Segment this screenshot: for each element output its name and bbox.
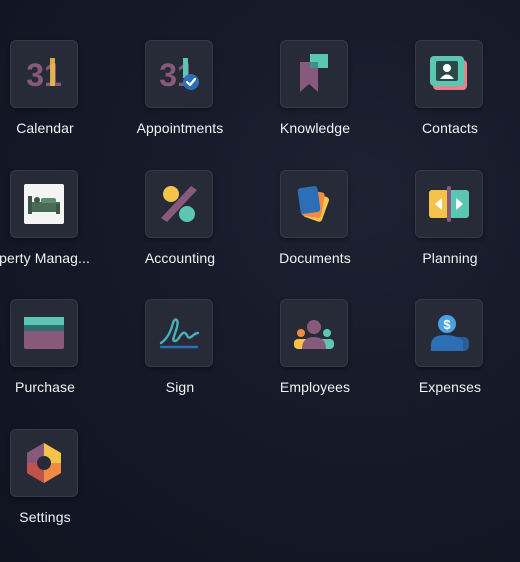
purchase-icon: [24, 317, 64, 349]
accounting-icon: [161, 186, 197, 222]
app-tile-appointments[interactable]: 31: [145, 40, 213, 108]
app-employees[interactable]: Employees: [250, 299, 380, 409]
knowledge-icon: [300, 54, 328, 92]
app-label-documents: Documents: [279, 250, 351, 266]
app-accounting[interactable]: Accounting: [115, 170, 245, 280]
app-label-property-management: operty Manag...: [0, 250, 90, 266]
appointments-icon: 31: [159, 57, 199, 93]
app-label-sign: Sign: [165, 379, 195, 395]
app-label-planning: Planning: [422, 250, 478, 266]
app-appointments[interactable]: 31 Appointments: [115, 40, 245, 150]
app-label-appointments: Appointments: [136, 120, 224, 136]
calendar-icon: 31: [26, 57, 62, 93]
settings-icon: [27, 443, 61, 483]
svg-text:$: $: [443, 317, 451, 332]
app-tile-knowledge[interactable]: [280, 40, 348, 108]
app-label-contacts: Contacts: [421, 120, 479, 136]
contacts-icon: [430, 56, 467, 90]
app-expenses[interactable]: $ Expenses: [385, 299, 515, 409]
app-label-expenses: Expenses: [418, 379, 482, 395]
app-tile-settings[interactable]: [10, 429, 78, 497]
app-label-settings: Settings: [19, 509, 71, 525]
app-tile-contacts[interactable]: [415, 40, 483, 108]
app-label-calendar: Calendar: [16, 120, 74, 136]
svg-text:31: 31: [26, 57, 62, 93]
app-tile-planning[interactable]: [415, 170, 483, 238]
app-label-employees: Employees: [279, 379, 351, 395]
app-purchase[interactable]: Purchase: [0, 299, 110, 409]
app-tile-accounting[interactable]: [145, 170, 213, 238]
app-documents[interactable]: Documents: [250, 170, 380, 280]
planning-icon: [429, 186, 469, 222]
expenses-icon: $: [431, 315, 469, 351]
app-settings[interactable]: Settings: [0, 429, 110, 539]
app-tile-property-management[interactable]: [10, 170, 78, 238]
app-tile-purchase[interactable]: [10, 299, 78, 367]
app-label-accounting: Accounting: [144, 250, 216, 266]
app-label-purchase: Purchase: [15, 379, 75, 395]
app-contacts[interactable]: Contacts: [385, 40, 515, 150]
app-tile-sign[interactable]: [145, 299, 213, 367]
app-tile-documents[interactable]: [280, 170, 348, 238]
app-knowledge[interactable]: Knowledge: [250, 40, 380, 150]
app-sign[interactable]: Sign: [115, 299, 245, 409]
property-management-icon: [24, 184, 64, 224]
app-planning[interactable]: Planning: [385, 170, 515, 280]
app-grid: 31 Calendar 31 Appointments Knowledge Co…: [0, 0, 520, 562]
app-label-knowledge: Knowledge: [279, 120, 351, 136]
app-calendar[interactable]: 31 Calendar: [0, 40, 110, 150]
app-property-management[interactable]: operty Manag...: [0, 170, 110, 280]
documents-icon: [297, 186, 329, 222]
app-tile-employees[interactable]: [280, 299, 348, 367]
employees-icon: [294, 320, 334, 349]
app-tile-calendar[interactable]: 31: [10, 40, 78, 108]
app-tile-expenses[interactable]: $: [415, 299, 483, 367]
sign-icon: [159, 318, 200, 349]
